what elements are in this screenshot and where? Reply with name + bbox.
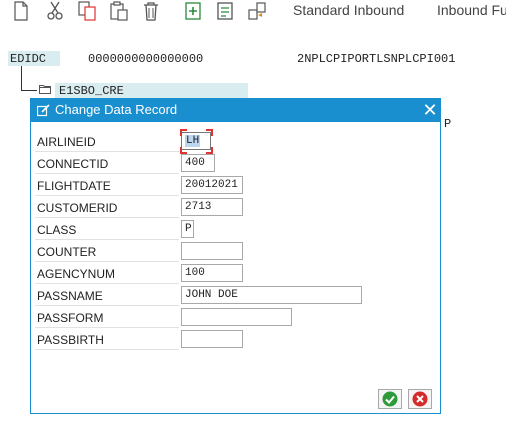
tree-connector-branch — [21, 90, 37, 91]
folder-icon — [39, 85, 51, 94]
edidc-label[interactable]: EDIDC — [10, 52, 46, 66]
field-label: PASSFORM — [35, 307, 179, 328]
tab-inbound-fu[interactable]: Inbound Fu — [437, 2, 506, 18]
passname-input[interactable]: JOHN DOE — [181, 286, 362, 304]
segment-name[interactable]: E1SBO_CRE — [59, 84, 124, 98]
agencynum-input[interactable]: 100 — [181, 264, 243, 282]
field-label: FLIGHTDATE — [35, 175, 179, 196]
transfer-icon[interactable] — [246, 0, 268, 22]
focus-corner — [206, 147, 213, 154]
focus-corner — [206, 129, 213, 136]
tree-connector — [21, 66, 22, 91]
field-label: PASSBIRTH — [35, 329, 179, 350]
passform-input[interactable] — [181, 308, 292, 326]
flightdate-input[interactable]: 20012021 — [181, 176, 243, 194]
dialog-titlebar: Change Data Record ✕ — [31, 99, 440, 122]
edit-segment-icon[interactable] — [214, 0, 236, 22]
field-label: CLASS — [35, 219, 179, 240]
change-data-record-dialog: Change Data Record ✕ AIRLINEID LH CONNEC… — [30, 98, 441, 414]
toolbar: Standard Inbound Inbound Fu — [0, 0, 506, 24]
cancel-icon — [412, 391, 428, 407]
field-label: AGENCYNUM — [35, 263, 179, 284]
segment-trailing-value: P — [444, 117, 452, 131]
paste-icon[interactable] — [108, 0, 130, 22]
dialog-title: Change Data Record — [55, 102, 178, 117]
passbirth-input[interactable] — [181, 330, 243, 348]
counter-input[interactable] — [181, 242, 243, 260]
document-number: 0000000000000000 — [88, 52, 204, 66]
add-segment-icon[interactable] — [182, 0, 204, 22]
connectid-input[interactable]: 400 — [181, 154, 215, 172]
field-label: PASSNAME — [35, 285, 179, 306]
tab-standard-inbound[interactable]: Standard Inbound — [293, 2, 404, 18]
focus-corner — [180, 147, 187, 154]
delete-icon[interactable] — [140, 0, 162, 22]
edit-record-icon — [37, 104, 50, 117]
focus-corner — [180, 129, 187, 136]
cut-icon[interactable] — [44, 0, 66, 22]
cancel-button[interactable] — [408, 389, 432, 409]
checkmark-icon — [382, 391, 398, 407]
new-document-icon[interactable] — [10, 0, 32, 22]
field-label: COUNTER — [35, 241, 179, 262]
customerid-input[interactable]: 2713 — [181, 198, 243, 216]
field-label: CONNECTID — [35, 153, 179, 174]
close-icon[interactable]: ✕ — [421, 101, 439, 119]
partner-id: 2NPLCPIPORTLSNPLCPI001 — [297, 52, 456, 66]
field-label: AIRLINEID — [35, 131, 179, 152]
copy-icon[interactable] — [76, 0, 98, 22]
field-label: CUSTOMERID — [35, 197, 179, 218]
confirm-button[interactable] — [378, 389, 402, 409]
class-input[interactable]: P — [181, 220, 194, 238]
